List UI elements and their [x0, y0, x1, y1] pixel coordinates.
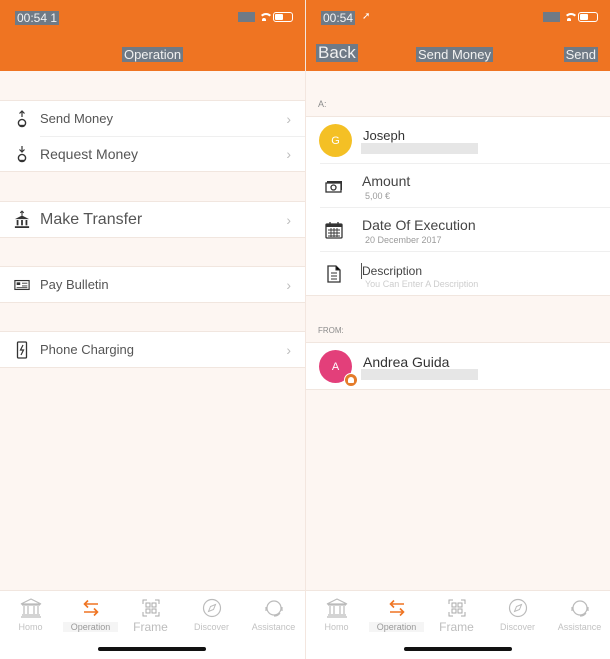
- status-icons: [543, 12, 598, 22]
- headset-icon: [246, 597, 301, 619]
- location-icon: ➚: [362, 11, 371, 22]
- tab-bar: Homo Operation Frame Discover Assistance: [0, 590, 305, 659]
- date-field[interactable]: Date Of Execution 20 December 2017: [320, 207, 610, 251]
- chevron-right-icon: ›: [286, 110, 291, 127]
- send-button[interactable]: Send: [563, 47, 598, 62]
- qr-code-icon: [429, 597, 484, 619]
- menu-item-make-transfer[interactable]: Make Transfer ›: [0, 202, 305, 237]
- sender-name: Andrea Guida: [363, 354, 450, 370]
- menu-item-label: Request Money: [40, 146, 139, 162]
- home-indicator: [98, 647, 206, 651]
- chevron-right-icon: ›: [286, 276, 291, 293]
- tab-discover[interactable]: Discover: [184, 597, 239, 632]
- back-button[interactable]: Back: [316, 44, 358, 62]
- menu-item-label: Pay Bulletin: [40, 277, 109, 292]
- bulletin-group: Pay Bulletin ›: [0, 266, 305, 303]
- description-placeholder: You Can Enter A Description: [365, 279, 479, 289]
- calendar-icon: [325, 221, 343, 239]
- chevron-right-icon: ›: [286, 211, 291, 228]
- tab-assistance[interactable]: Assistance: [552, 597, 607, 632]
- tab-frame[interactable]: Frame: [123, 597, 178, 634]
- menu-item-request-money[interactable]: Request Money ›: [17, 136, 305, 171]
- battery-icon: [273, 12, 293, 22]
- chevron-right-icon: ›: [286, 341, 291, 358]
- date-value: 20 December 2017: [365, 235, 442, 245]
- amount-value: 5,00 €: [365, 191, 391, 201]
- recipient-row[interactable]: G Joseph: [306, 117, 610, 163]
- banknote-icon: [325, 177, 343, 195]
- phone-group: Phone Charging ›: [0, 331, 305, 368]
- to-label: A:: [318, 99, 327, 109]
- top-bar: 00:54 ➚ Back Send Money Send: [306, 0, 610, 71]
- signal-icon: [238, 12, 255, 22]
- transfer-form: G Joseph Amount 5,00 € Date Of Execution…: [306, 116, 610, 296]
- send-money-icon: [14, 109, 30, 129]
- transfer-arrows-icon: [369, 597, 424, 619]
- bank-transfer-icon: [14, 209, 30, 230]
- tab-discover[interactable]: Discover: [490, 597, 545, 632]
- page-title: Send Money: [416, 47, 493, 62]
- status-time: 00:54 1: [15, 11, 60, 25]
- wifi-icon: [564, 12, 578, 22]
- menu-item-label: Send Money: [40, 111, 113, 126]
- compass-icon: [490, 597, 545, 619]
- headset-icon: [552, 597, 607, 619]
- tab-home[interactable]: Homo: [309, 597, 364, 632]
- compass-icon: [184, 597, 239, 619]
- tab-operation[interactable]: Operation: [369, 597, 424, 632]
- status-icons: [238, 12, 293, 22]
- tab-operation[interactable]: Operation: [63, 597, 118, 632]
- operation-screen: 00:54 1 Operation Send Money › Request M…: [0, 0, 305, 659]
- menu-item-phone-charging[interactable]: Phone Charging ›: [0, 332, 305, 367]
- menu-item-label: Phone Charging: [40, 342, 134, 357]
- bulletin-icon: [14, 275, 30, 295]
- from-label: FROM:: [318, 326, 344, 335]
- phone-charging-icon: [14, 340, 30, 360]
- redacted-detail: [361, 369, 478, 380]
- request-money-icon: [14, 144, 30, 164]
- home-indicator: [404, 647, 512, 651]
- recipient-avatar: G: [319, 124, 352, 157]
- menu-item-pay-bulletin[interactable]: Pay Bulletin ›: [0, 267, 305, 302]
- tab-home[interactable]: Homo: [3, 597, 58, 632]
- transfer-arrows-icon: [63, 597, 118, 619]
- battery-icon: [578, 12, 598, 22]
- tab-assistance[interactable]: Assistance: [246, 597, 301, 632]
- description-field[interactable]: Description You Can Enter A Description: [320, 251, 610, 295]
- chevron-right-icon: ›: [286, 146, 291, 162]
- money-group: Send Money › Request Money ›: [0, 100, 305, 172]
- document-icon: [325, 265, 343, 283]
- amount-field[interactable]: Amount 5,00 €: [320, 163, 610, 207]
- tab-frame[interactable]: Frame: [429, 597, 484, 634]
- menu-item-label: Make Transfer: [40, 210, 143, 228]
- qr-code-icon: [123, 597, 178, 619]
- signal-icon: [543, 12, 560, 22]
- bank-icon: [309, 597, 364, 619]
- sender-card: A Andrea Guida: [306, 342, 610, 390]
- wifi-icon: [259, 12, 273, 22]
- menu-item-send-money[interactable]: Send Money ›: [0, 101, 305, 136]
- tab-bar: Homo Operation Frame Discover Assistance: [306, 590, 610, 659]
- recipient-name: Joseph: [363, 128, 405, 143]
- sender-row[interactable]: A Andrea Guida: [306, 343, 610, 389]
- top-bar: 00:54 1 Operation: [0, 0, 305, 71]
- page-title: Operation: [121, 47, 184, 62]
- send-money-screen: 00:54 ➚ Back Send Money Send A: G Joseph: [305, 0, 610, 659]
- person-badge-icon: [344, 373, 358, 387]
- redacted-detail: [361, 143, 478, 154]
- status-time: 00:54: [321, 11, 356, 25]
- bank-icon: [3, 597, 58, 619]
- transfer-group: Make Transfer ›: [0, 201, 305, 238]
